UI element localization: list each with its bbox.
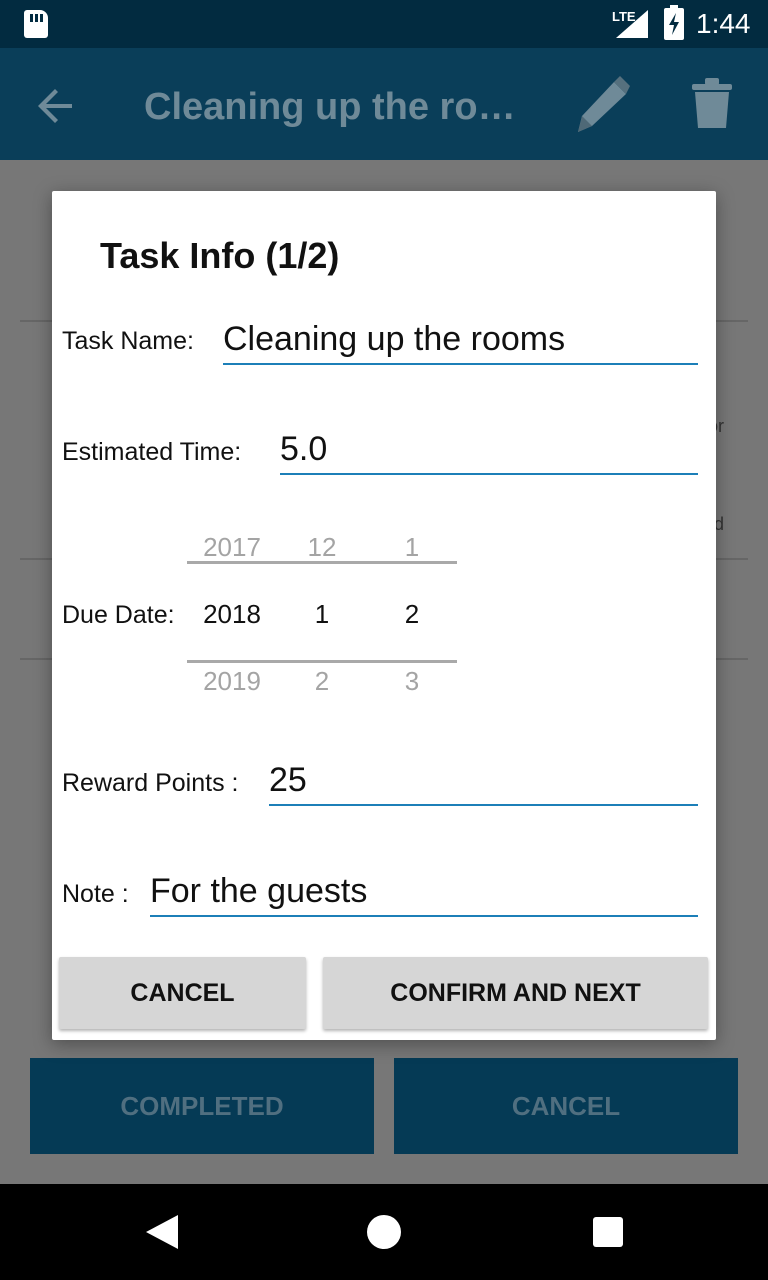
background-cancel-button: CANCEL bbox=[394, 1058, 738, 1154]
nav-home-icon[interactable] bbox=[367, 1215, 401, 1249]
year-next[interactable]: 2019 bbox=[187, 666, 277, 697]
task-name-input[interactable]: Cleaning up the rooms bbox=[223, 317, 698, 365]
nav-back-icon[interactable] bbox=[146, 1215, 178, 1249]
signal-icon bbox=[616, 10, 648, 38]
estimated-time-input[interactable]: 5.0 bbox=[280, 427, 698, 475]
app-bar-title: Cleaning up the roo… bbox=[144, 86, 534, 128]
reward-points-label: Reward Points : bbox=[62, 769, 239, 797]
estimated-time-label: Estimated Time: bbox=[62, 438, 242, 466]
pencil-icon[interactable] bbox=[568, 74, 632, 134]
sd-card-icon bbox=[24, 10, 48, 38]
note-label: Note : bbox=[62, 880, 129, 908]
battery-charging-icon bbox=[664, 5, 684, 40]
nav-recents-icon[interactable] bbox=[593, 1217, 623, 1247]
year-prev[interactable]: 2017 bbox=[187, 532, 277, 563]
day-selected[interactable]: 2 bbox=[367, 599, 457, 630]
picker-divider bbox=[187, 561, 457, 564]
back-arrow-icon[interactable] bbox=[34, 84, 78, 128]
year-selected[interactable]: 2018 bbox=[187, 599, 277, 630]
confirm-and-next-button[interactable]: CONFIRM AND NEXT bbox=[323, 957, 708, 1029]
completed-button: COMPLETED bbox=[30, 1058, 374, 1154]
month-prev[interactable]: 12 bbox=[277, 532, 367, 563]
day-prev[interactable]: 1 bbox=[367, 532, 457, 563]
trash-icon[interactable] bbox=[690, 76, 734, 130]
picker-divider bbox=[187, 660, 457, 663]
reward-points-input[interactable]: 25 bbox=[269, 758, 698, 806]
month-selected[interactable]: 1 bbox=[277, 599, 367, 630]
task-name-label: Task Name: bbox=[62, 327, 194, 355]
day-next[interactable]: 3 bbox=[367, 666, 457, 697]
task-info-dialog: Task Info (1/2) Task Name: Cleaning up t… bbox=[52, 191, 716, 1040]
due-date-picker[interactable]: 2017 12 1 2018 1 2 2019 2 3 bbox=[187, 516, 457, 706]
note-input[interactable]: For the guests bbox=[150, 869, 698, 917]
status-bar: LTE 1:44 bbox=[0, 0, 768, 48]
dialog-title: Task Info (1/2) bbox=[100, 235, 340, 276]
due-date-label: Due Date: bbox=[62, 601, 175, 629]
status-time: 1:44 bbox=[696, 8, 751, 39]
cancel-button[interactable]: CANCEL bbox=[59, 957, 306, 1029]
month-next[interactable]: 2 bbox=[277, 666, 367, 697]
